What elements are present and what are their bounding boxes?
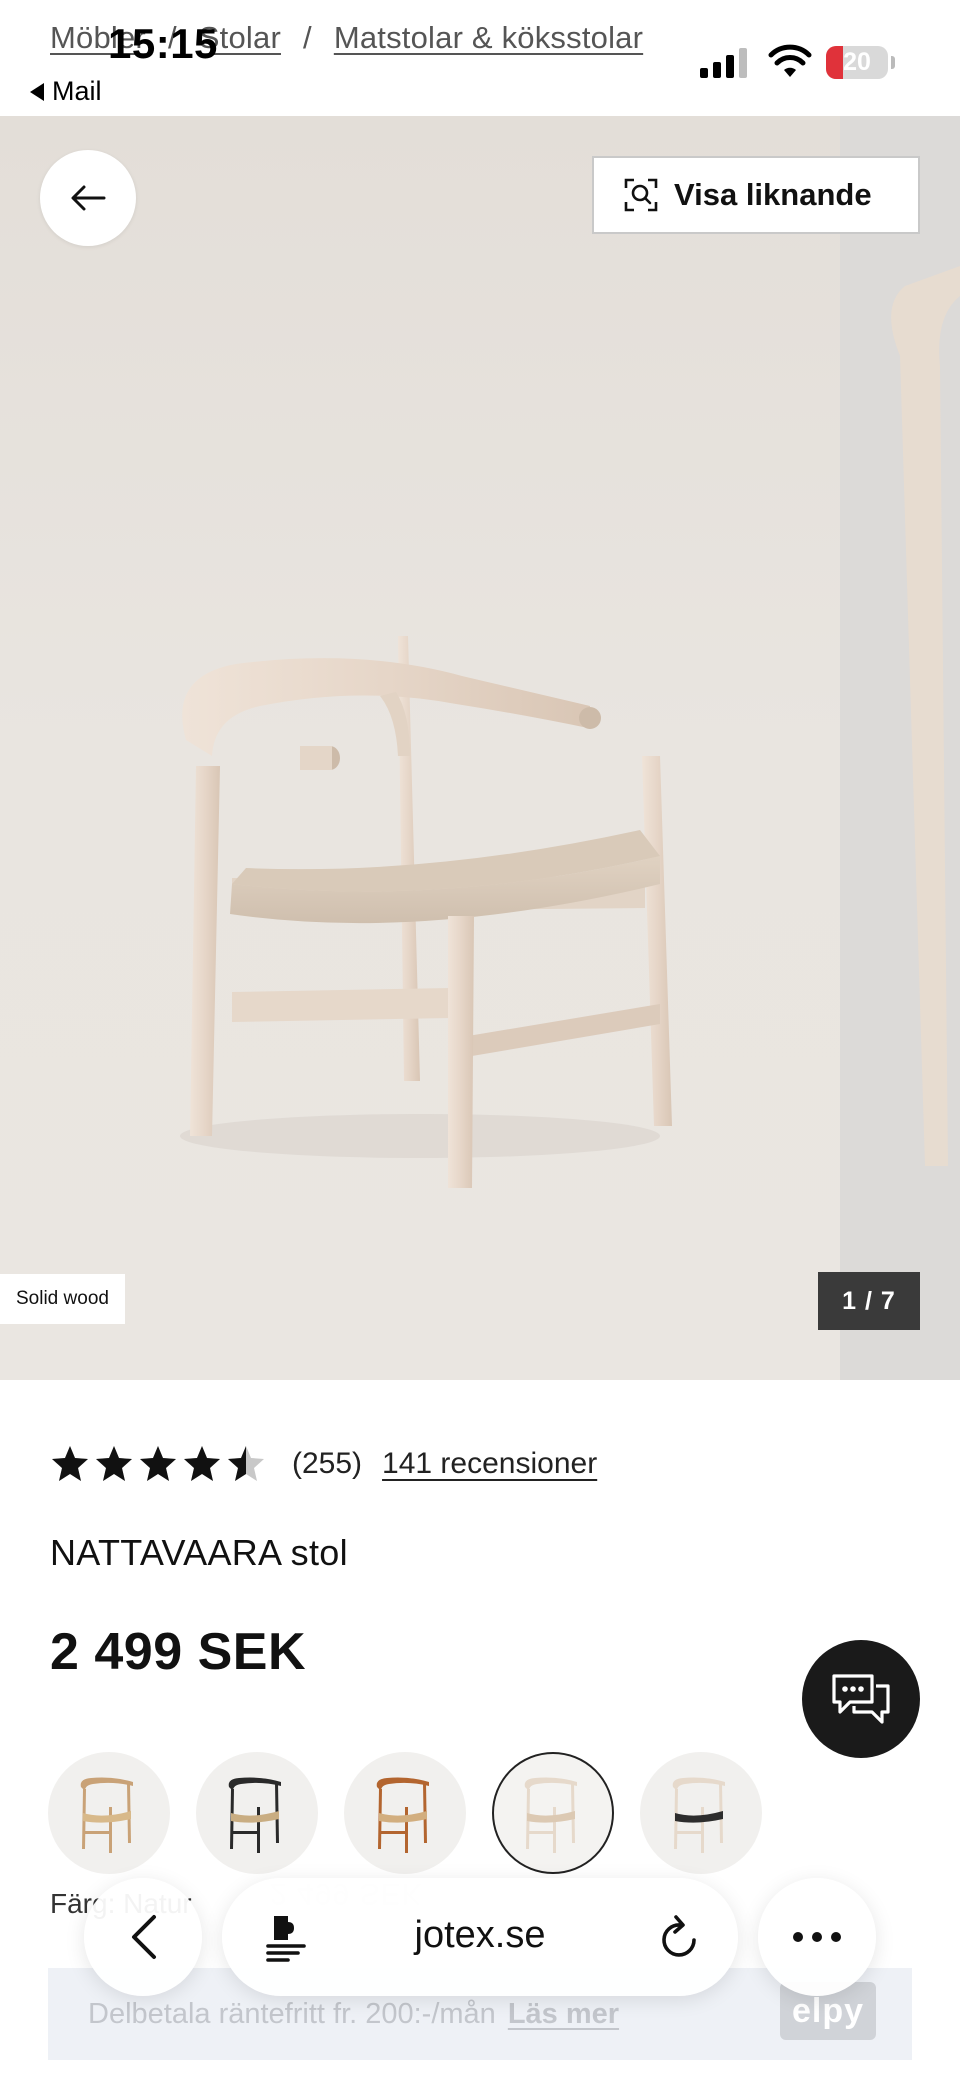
- back-triangle-icon: [30, 82, 44, 101]
- product-page: Möbler / Stolar / Matstolar & köksstolar 15:…: [0, 0, 960, 2078]
- show-similar-label: Visa liknande: [674, 177, 872, 212]
- rating-stars: [50, 1444, 266, 1484]
- status-time: 15:15: [108, 20, 218, 67]
- cellular-signal-icon: [700, 48, 747, 78]
- visual-search-icon: [624, 178, 658, 212]
- chair-thumbnail-icon: [672, 1777, 725, 1853]
- breadcrumb-separator: /: [302, 20, 312, 55]
- reviews-link[interactable]: 141 recensioner: [382, 1447, 597, 1481]
- material-badge: Solid wood: [0, 1274, 125, 1324]
- chat-bubbles-icon: [832, 1674, 890, 1724]
- chat-button[interactable]: [802, 1640, 920, 1758]
- image-counter: 1 / 7: [818, 1272, 920, 1330]
- back-to-app-link[interactable]: Mail: [30, 76, 102, 107]
- star-full-icon: [184, 1446, 220, 1481]
- top-header: Möbler / Stolar / Matstolar & köksstolar 15:…: [0, 0, 960, 116]
- color-swatch-oak-natural-paper[interactable]: [48, 1752, 170, 1874]
- color-swatch-whitewash-black-paper[interactable]: [640, 1752, 762, 1874]
- chair-thumbnail-icon: [524, 1777, 577, 1853]
- more-dot: [793, 1932, 803, 1942]
- chair-thumbnail-icon: [80, 1777, 133, 1853]
- star-full-icon: [96, 1446, 132, 1481]
- breadcrumb-item-matstolar[interactable]: Matstolar & köksstolar: [334, 20, 643, 55]
- browser-more-button[interactable]: [758, 1878, 876, 1996]
- product-rating[interactable]: (255) 141 recensioner: [50, 1444, 597, 1484]
- battery-level: 20: [843, 48, 871, 76]
- chair-thumbnail-icon: [376, 1777, 429, 1853]
- browser-back-button[interactable]: [84, 1878, 202, 1996]
- color-swatch-black-natural-paper[interactable]: [196, 1752, 318, 1874]
- color-swatches: [48, 1752, 762, 1874]
- product-image-gallery[interactable]: Visa liknande Solid wood 1 / 7: [0, 116, 960, 1380]
- chevron-left-icon: [132, 1915, 156, 1959]
- wifi-icon: [768, 44, 812, 77]
- address-bar[interactable]: jotex.se: [222, 1878, 738, 1996]
- star-half-icon: [228, 1446, 264, 1481]
- star-full-icon: [52, 1446, 88, 1481]
- reload-icon[interactable]: [658, 1914, 702, 1960]
- color-swatch-whitewash-natural-paper[interactable]: [492, 1752, 614, 1874]
- chair-thumbnail-icon: [228, 1777, 281, 1853]
- arrow-left-icon: [71, 185, 106, 211]
- color-swatch-teak-natural-paper[interactable]: [344, 1752, 466, 1874]
- financing-read-more-link[interactable]: Läs mer: [508, 1998, 619, 2031]
- star-full-icon: [140, 1446, 176, 1481]
- financing-text: Delbetala räntefritt fr. 200:-/mån: [88, 1997, 496, 2030]
- back-app-label: Mail: [52, 76, 102, 106]
- battery-icon: 20: [826, 46, 888, 79]
- show-similar-button[interactable]: Visa liknande: [592, 156, 920, 234]
- product-image-chair: [180, 266, 960, 1188]
- back-button[interactable]: [40, 150, 136, 246]
- rating-count: (255): [292, 1447, 363, 1480]
- product-title: NATTAVAARA stol: [50, 1532, 348, 1573]
- product-price: 2 499 SEK: [50, 1623, 306, 1681]
